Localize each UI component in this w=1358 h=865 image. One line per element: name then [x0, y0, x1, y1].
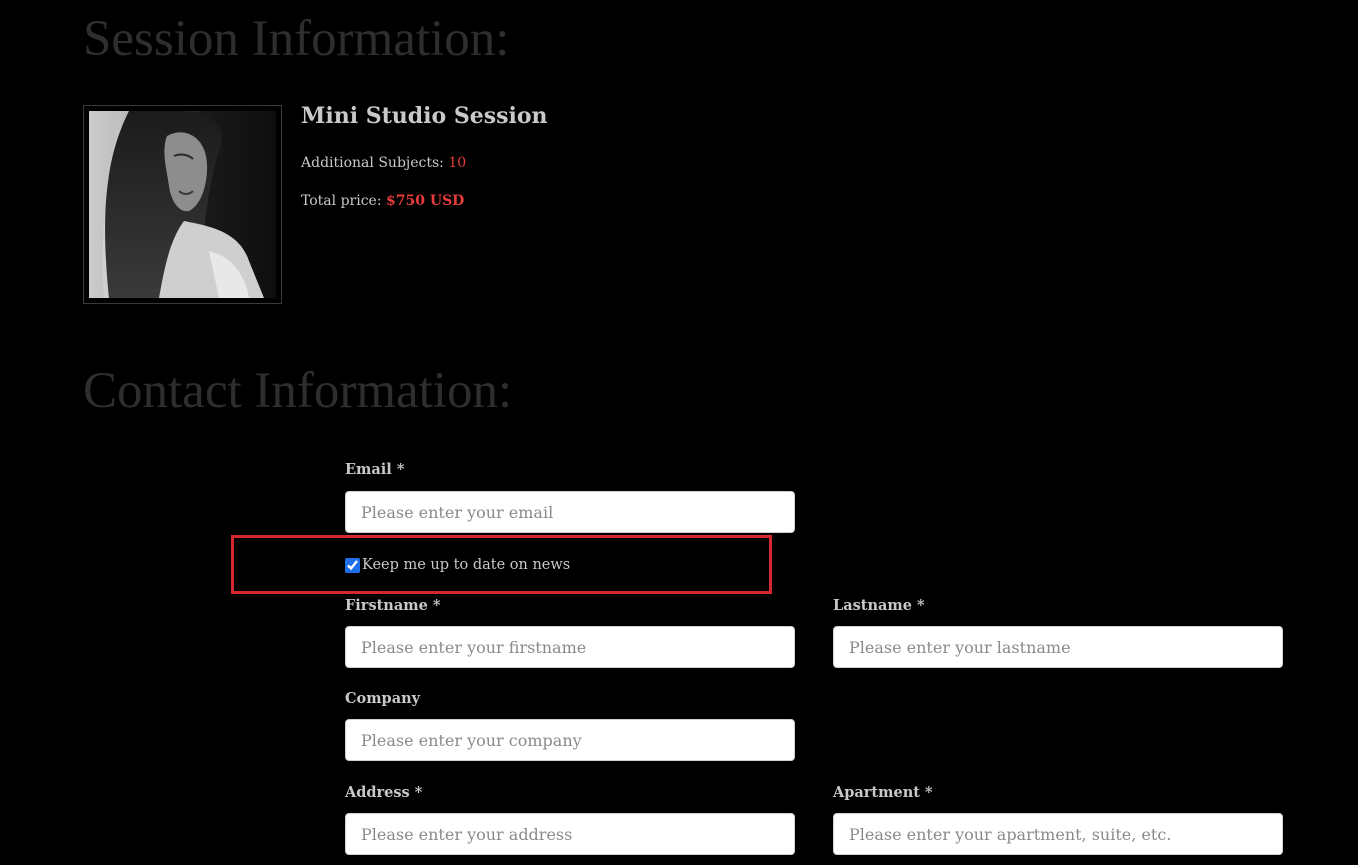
- total-price-value: $750 USD: [386, 193, 465, 209]
- total-price-label: Total price:: [301, 193, 382, 209]
- checkout-page: Session Information: Mini Studio Session…: [0, 0, 1358, 865]
- session-information-heading: Session Information:: [83, 11, 510, 67]
- firstname-label: Firstname *: [345, 597, 441, 614]
- additional-subjects-line: Additional Subjects: 10: [301, 155, 466, 171]
- lastname-label: Lastname *: [833, 597, 925, 614]
- address-field[interactable]: [345, 813, 795, 855]
- firstname-field[interactable]: [345, 626, 795, 668]
- company-label: Company: [345, 690, 421, 707]
- portrait-photo: [89, 111, 276, 298]
- email-label: Email *: [345, 461, 405, 478]
- apartment-label: Apartment *: [833, 784, 933, 801]
- portrait-image: [89, 111, 276, 298]
- session-title: Mini Studio Session: [301, 103, 548, 129]
- newsletter-checkbox[interactable]: [345, 557, 360, 573]
- lastname-field[interactable]: [833, 626, 1283, 668]
- address-label: Address *: [345, 784, 423, 801]
- additional-subjects-value: 10: [448, 155, 467, 171]
- newsletter-opt-in[interactable]: Keep me up to date on news: [345, 557, 570, 573]
- total-price-line: Total price: $750 USD: [301, 193, 464, 209]
- newsletter-label: Keep me up to date on news: [362, 557, 571, 573]
- apartment-field[interactable]: [833, 813, 1283, 855]
- company-field[interactable]: [345, 719, 795, 761]
- contact-information-heading: Contact Information:: [83, 363, 513, 419]
- email-field[interactable]: [345, 491, 795, 533]
- additional-subjects-label: Additional Subjects:: [301, 155, 444, 171]
- session-thumbnail: [83, 105, 282, 304]
